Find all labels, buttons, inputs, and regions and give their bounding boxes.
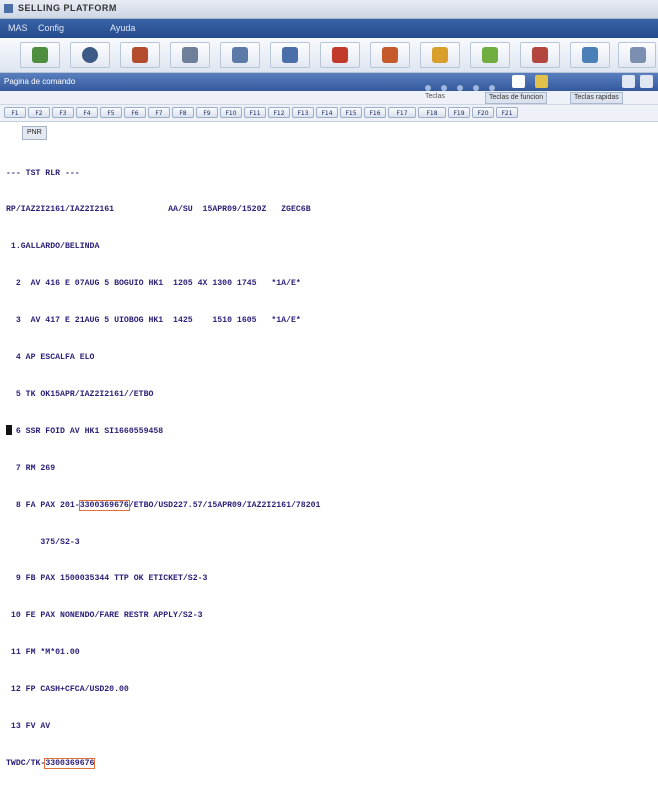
function-key[interactable]: F17	[388, 107, 416, 118]
toolbar-button-leaf[interactable]	[470, 42, 510, 68]
function-key[interactable]: F16	[364, 107, 386, 118]
menu-item-config[interactable]: Config	[38, 23, 64, 33]
keys-label: Teclas	[425, 93, 445, 100]
function-key[interactable]: F2	[28, 107, 50, 118]
more-icon	[630, 47, 646, 63]
twd-ticket-number: 3300369676	[44, 757, 96, 769]
toolbar-button-phone[interactable]	[120, 42, 160, 68]
terminal-line: 13 FV AV	[6, 721, 51, 731]
menu-item-mas[interactable]: MAS	[8, 23, 28, 33]
terminal-line: 12 FP CASH+CFCA/USD20.00	[6, 685, 129, 695]
terminal-line: RP/IAZ2I2161/IAZ2I2161 AA/SU 15APR09/152…	[6, 205, 311, 215]
terminal-line: 11 FM *M*01.00	[6, 648, 80, 658]
fa-prefix: 8 FA PAX 201-	[6, 500, 80, 510]
hotel-icon	[232, 47, 248, 63]
terminal-line: 6 SSR FOID AV HK1 SI1660559458	[6, 426, 164, 436]
function-key[interactable]: F9	[196, 107, 218, 118]
toolbar-button-more[interactable]	[618, 42, 656, 68]
function-key[interactable]: F15	[340, 107, 362, 118]
function-key[interactable]: F8	[172, 107, 194, 118]
star-icon[interactable]	[535, 75, 548, 88]
terminal-line: 3 AV 417 E 21AUG 5 UIOBOG HK1 1425 1510 …	[6, 316, 301, 326]
terminal-line: 375/S2-3	[6, 537, 80, 547]
fa-ticket-number: 3300369676	[78, 499, 130, 511]
window-title: SELLING PLATFORM	[18, 3, 117, 13]
book-icon	[532, 47, 548, 63]
terminal-line: --- TST RLR ---	[6, 168, 80, 178]
key-options-bar: Teclas Teclas de funcion Teclas rapidas	[0, 91, 658, 105]
function-key[interactable]: F21	[496, 107, 518, 118]
tab-pnr[interactable]: PNR	[22, 126, 47, 140]
calendar-icon	[182, 47, 198, 63]
function-key[interactable]: F18	[418, 107, 446, 118]
function-keys-button[interactable]: Teclas de funcion	[485, 92, 548, 104]
app-icon	[4, 4, 13, 13]
fa-suffix: /ETBO/USD227.57/15APR09/IAZ2I2161/78201	[128, 500, 321, 510]
function-key[interactable]: F13	[292, 107, 314, 118]
toolbar-button-globe[interactable]	[70, 42, 110, 68]
toolbar-button-flag[interactable]	[320, 42, 360, 68]
terminal-command-line: TWDC/TK-3300369676	[6, 757, 646, 770]
search-icon[interactable]	[622, 75, 635, 88]
quick-keys-button[interactable]: Teclas rapidas	[570, 92, 623, 104]
arrow-icon[interactable]	[512, 75, 525, 88]
title-bar: SELLING PLATFORM	[0, 0, 658, 19]
command-page-header: Pagina de comando	[0, 73, 658, 91]
question-icon	[432, 47, 448, 63]
menu-bar: MAS Config Ayuda	[0, 19, 658, 38]
function-key[interactable]: F10	[220, 107, 242, 118]
terminal-line: 1.GALLARDO/BELINDA	[6, 242, 100, 252]
function-key[interactable]: F4	[76, 107, 98, 118]
terminal-line-fa: 8 FA PAX 201-3300369676/ETBO/USD227.57/1…	[6, 499, 646, 512]
toolbar	[0, 38, 658, 73]
function-key[interactable]: F1	[4, 107, 26, 118]
terminal-line: 4 AP ESCALFA ELO	[6, 353, 95, 363]
app-window: SELLING PLATFORM MAS Config Ayuda Pagina…	[0, 0, 658, 769]
pencil-icon	[582, 47, 598, 63]
toolbar-button-book[interactable]	[520, 42, 560, 68]
car-icon	[282, 47, 298, 63]
function-key-row: F1 F2 F3 F4 F5 F6 F7 F8 F9 F10 F11 F12 F…	[0, 105, 658, 122]
toolbar-button-edit[interactable]	[570, 42, 610, 68]
function-key[interactable]: F19	[448, 107, 470, 118]
toolbar-button-car[interactable]	[270, 42, 310, 68]
leaf-icon	[482, 47, 498, 63]
function-key[interactable]: F11	[244, 107, 266, 118]
terminal-line: 7 RM 269	[6, 463, 56, 473]
green-plus-icon	[32, 47, 48, 63]
function-key[interactable]: F14	[316, 107, 338, 118]
terminal-output: --- TST RLR --- RP/IAZ2I2161/IAZ2I2161 A…	[6, 143, 646, 795]
person-icon	[382, 47, 398, 63]
menu-item-ayuda[interactable]: Ayuda	[110, 23, 135, 33]
phone-icon	[132, 47, 148, 63]
command-area[interactable]: PNR --- TST RLR --- RP/IAZ2I2161/IAZ2I21…	[0, 122, 658, 769]
toolbar-button-hotel[interactable]	[220, 42, 260, 68]
function-key[interactable]: F7	[148, 107, 170, 118]
terminal-line: 9 FB PAX 1500035344 TTP OK ETICKET/S2-3	[6, 574, 208, 584]
terminal-line: 2 AV 416 E 07AUG 5 BOGUIO HK1 1205 4X 13…	[6, 279, 301, 289]
text-cursor	[6, 425, 12, 435]
toolbar-button-help[interactable]	[420, 42, 460, 68]
flag-red-icon	[332, 47, 348, 63]
function-key[interactable]: F5	[100, 107, 122, 118]
function-key[interactable]: F12	[268, 107, 290, 118]
toolbar-button-person[interactable]	[370, 42, 410, 68]
globe-icon	[82, 47, 98, 63]
terminal-line: 10 FE PAX NONENDO/FARE RESTR APPLY/S2-3	[6, 611, 203, 621]
twd-prefix: TWDC/TK-	[6, 758, 46, 768]
terminal-line: 5 TK OK15APR/IAZ2I2161//ETBO	[6, 389, 154, 399]
toolbar-button-new[interactable]	[20, 42, 60, 68]
function-key[interactable]: F3	[52, 107, 74, 118]
function-key[interactable]: F20	[472, 107, 494, 118]
print-icon[interactable]	[640, 75, 653, 88]
command-page-title: Pagina de comando	[4, 77, 76, 86]
toolbar-button-calendar[interactable]	[170, 42, 210, 68]
function-key[interactable]: F6	[124, 107, 146, 118]
